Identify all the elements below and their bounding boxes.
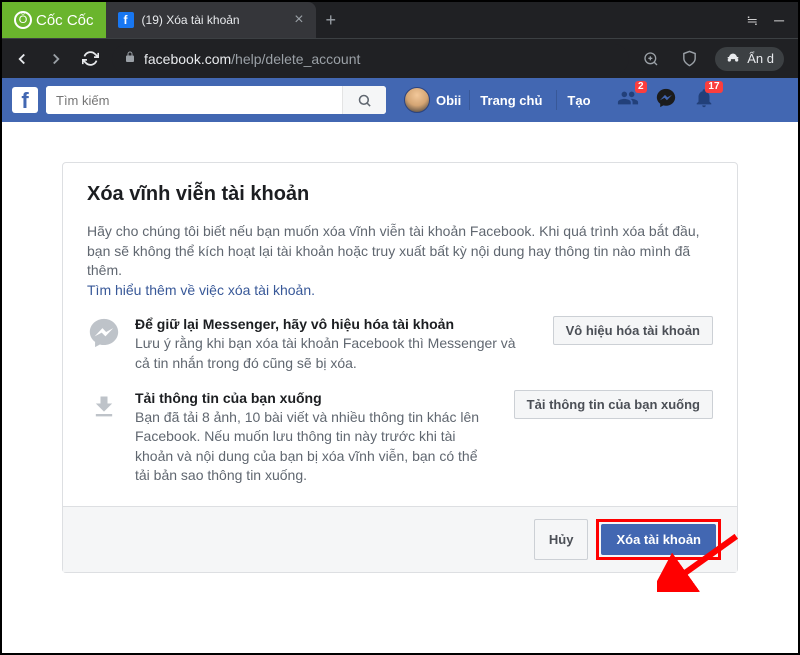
option-download-desc: Bạn đã tải 8 ảnh, 10 bài viết và nhiều t… (135, 408, 490, 486)
option-download: Tải thông tin của bạn xuống Bạn đã tải 8… (87, 374, 713, 486)
url-text: facebook.com/help/delete_account (144, 51, 360, 67)
page-title: Xóa vĩnh viễn tài khoản (87, 183, 713, 206)
forward-button[interactable] (44, 47, 68, 71)
notifications-badge: 17 (705, 81, 722, 93)
coccoc-text: Cốc Cốc (36, 12, 94, 29)
search-input[interactable] (46, 86, 342, 114)
delete-account-card: Xóa vĩnh viễn tài khoản Hãy cho chúng tô… (62, 162, 738, 573)
option-deactivate: Để giữ lại Messenger, hãy vô hiệu hóa tà… (87, 300, 713, 373)
address-bar[interactable]: facebook.com/help/delete_account (112, 44, 629, 74)
tab-favicon: f (118, 12, 134, 28)
titlebar: Ŏ Cốc Cốc f (19) Xóa tài khoản × + ≒ ─ (2, 2, 798, 38)
tab-close-icon[interactable]: × (294, 11, 303, 29)
deactivate-button[interactable]: Vô hiệu hóa tài khoản (553, 316, 713, 345)
incognito-label: Ẩn d (747, 51, 774, 66)
zoom-icon[interactable] (639, 47, 663, 71)
fb-nav: Trang chủ Tạo (469, 90, 600, 110)
learn-more-link[interactable]: Tìm hiểu thêm về việc xóa tài khoản. (87, 282, 315, 298)
fb-logo[interactable]: f (12, 87, 38, 113)
reload-button[interactable] (78, 47, 102, 71)
back-button[interactable] (10, 47, 34, 71)
download-option-icon (87, 390, 121, 424)
messenger-icon[interactable] (655, 87, 677, 114)
friends-badge: 2 (635, 81, 647, 93)
page-description: Hãy cho chúng tôi biết nếu bạn muốn xóa … (87, 222, 713, 300)
new-tab-button[interactable]: + (316, 2, 347, 38)
tab-title: (19) Xóa tài khoản (142, 13, 287, 27)
browser-chrome: Ŏ Cốc Cốc f (19) Xóa tài khoản × + ≒ ─ (2, 2, 798, 78)
nav-create[interactable]: Tạo (556, 90, 600, 110)
coccoc-icon: Ŏ (14, 11, 32, 29)
cancel-button[interactable]: Hủy (534, 519, 589, 560)
option-deactivate-title: Để giữ lại Messenger, hãy vô hiệu hóa tà… (135, 316, 529, 332)
profile-name: Obii (436, 93, 461, 108)
incognito-badge[interactable]: Ẩn d (715, 47, 784, 71)
notifications-icon[interactable]: 17 (693, 87, 715, 114)
search-icon (357, 93, 372, 108)
coccoc-logo: Ŏ Cốc Cốc (2, 2, 106, 38)
avatar (404, 87, 430, 113)
option-deactivate-desc: Lưu ý rằng khi bạn xóa tài khoản Faceboo… (135, 334, 529, 373)
lock-icon (124, 51, 136, 66)
fb-header: f Obii Trang chủ Tạo 2 17 (2, 78, 798, 122)
window-indicator-icon: ≒ (746, 12, 756, 29)
annotation-arrow (657, 532, 747, 592)
shield-icon[interactable] (677, 47, 701, 71)
fb-notification-icons: 2 17 (617, 87, 715, 114)
card-footer: Hủy Xóa tài khoản (63, 506, 737, 572)
search-button[interactable] (342, 86, 386, 114)
nav-home[interactable]: Trang chủ (469, 90, 552, 110)
fb-search (46, 86, 386, 114)
messenger-option-icon (87, 316, 121, 350)
download-info-button[interactable]: Tải thông tin của bạn xuống (514, 390, 713, 419)
friends-icon[interactable]: 2 (617, 87, 639, 114)
window-controls: ≒ ─ (732, 2, 798, 38)
profile-link[interactable]: Obii (404, 87, 461, 113)
minimize-icon[interactable]: ─ (774, 12, 784, 28)
option-download-title: Tải thông tin của bạn xuống (135, 390, 490, 406)
browser-tab[interactable]: f (19) Xóa tài khoản × (106, 2, 316, 38)
browser-toolbar: facebook.com/help/delete_account Ẩn d (2, 38, 798, 78)
incognito-icon (725, 51, 741, 67)
